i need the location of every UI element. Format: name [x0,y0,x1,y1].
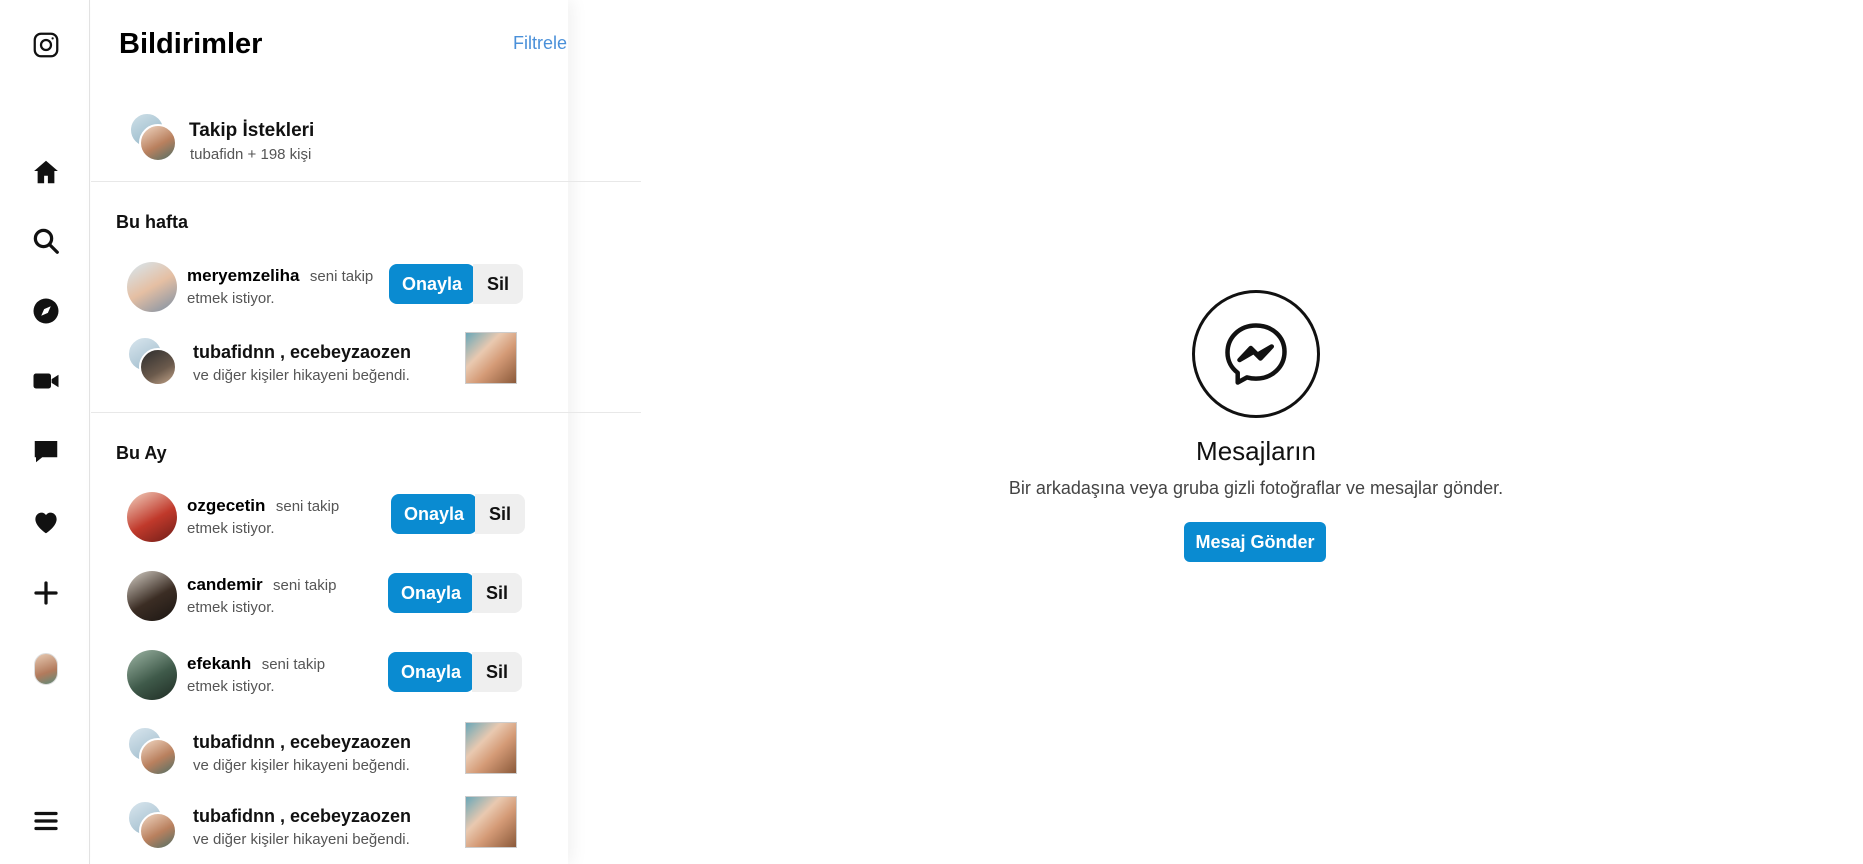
avatar[interactable] [127,492,177,542]
instagram-logo-icon[interactable] [29,28,63,62]
approve-button[interactable]: Onayla [389,264,475,304]
approve-button[interactable]: Onayla [388,652,474,692]
search-icon[interactable] [29,224,63,258]
follow-requests-subtitle: tubafidn + 198 kişi [190,146,312,163]
list-item: tubafidnn , ecebeyzaozen ve diğer kişile… [127,332,547,390]
create-plus-icon[interactable] [29,576,63,610]
approve-button[interactable]: Onayla [388,573,474,613]
left-nav-rail [0,0,90,864]
username[interactable]: candemir [187,575,263,594]
avatar[interactable] [127,650,177,700]
notification-text: ve diğer kişiler hikayeni beğendi. [193,757,410,774]
profile-avatar[interactable] [29,652,63,686]
avatar [34,653,58,685]
notification-text: ve diğer kişiler hikayeni beğendi. [193,831,410,848]
story-like-names[interactable]: tubafidnn , ecebeyzaozen [193,732,411,753]
filter-link[interactable]: Filtrele [513,33,567,54]
delete-button[interactable]: Sil [472,573,522,613]
avatar[interactable] [127,726,177,776]
list-item: tubafidnn , ecebeyzaozen ve diğer kişile… [127,722,547,780]
follow-requests-title: Takip İstekleri [189,120,315,141]
list-item: efekanh seni takip etmek istiyor. Onayla… [127,648,547,704]
reels-video-icon[interactable] [29,364,63,398]
home-icon[interactable] [29,155,63,189]
avatar[interactable] [127,336,177,386]
section-heading-this-month: Bu Ay [116,443,167,463]
story-like-names[interactable]: tubafidnn , ecebeyzaozen [193,342,411,363]
delete-button[interactable]: Sil [472,652,522,692]
notifications-heart-icon[interactable] [29,505,63,539]
avatar[interactable] [127,262,177,312]
username[interactable]: efekanh [187,654,251,673]
story-thumbnail[interactable] [465,722,517,774]
notifications-panel: Bildirimler Filtrele Takip İstekleri tub… [91,0,641,864]
notification-text: seni takip [309,268,374,285]
list-item: tubafidnn , ecebeyzaozen ve diğer kişile… [127,796,547,854]
notification-text: seni takip [273,577,337,594]
list-item: ozgecetin seni takip etmek istiyor. Onay… [127,490,547,546]
messages-empty-state: Mesajların Bir arkadaşına veya gruba giz… [568,0,1863,864]
story-thumbnail[interactable] [465,332,517,384]
list-item: candemir seni takip etmek istiyor. Onayl… [127,569,547,625]
send-message-button[interactable]: Mesaj Gönder [1184,522,1326,562]
avatar [129,110,179,164]
notification-text: seni takip [261,656,326,673]
notification-text: ve diğer kişiler hikayeni beğendi. [193,367,410,384]
notification-text: etmek istiyor. [187,290,275,307]
divider [91,181,641,182]
story-like-names[interactable]: tubafidnn , ecebeyzaozen [193,806,411,827]
messenger-icon [1192,290,1320,418]
avatar[interactable] [127,800,177,850]
approve-button[interactable]: Onayla [391,494,477,534]
messages-bubble-icon[interactable] [29,434,63,468]
follow-requests-item[interactable]: Takip İstekleri tubafidn + 198 kişi [129,110,549,170]
more-menu-icon[interactable] [29,804,63,838]
notification-text: etmek istiyor. [187,599,275,616]
username[interactable]: meryemzeliha [187,266,299,285]
messages-title: Mesajların [1196,436,1316,466]
divider [91,412,641,413]
notification-text: etmek istiyor. [187,678,275,695]
notification-text: seni takip [275,498,340,515]
explore-compass-icon[interactable] [29,294,63,328]
avatar[interactable] [127,571,177,621]
section-heading-this-week: Bu hafta [116,212,188,232]
list-item: meryemzeliha seni takip etmek istiyor. O… [127,260,547,316]
username[interactable]: ozgecetin [187,496,265,515]
story-thumbnail[interactable] [465,796,517,848]
messages-subtitle: Bir arkadaşına veya gruba gizli fotoğraf… [1008,478,1504,498]
delete-button[interactable]: Sil [475,494,525,534]
page-title: Bildirimler [119,28,263,60]
notification-text: etmek istiyor. [187,520,275,537]
delete-button[interactable]: Sil [473,264,523,304]
